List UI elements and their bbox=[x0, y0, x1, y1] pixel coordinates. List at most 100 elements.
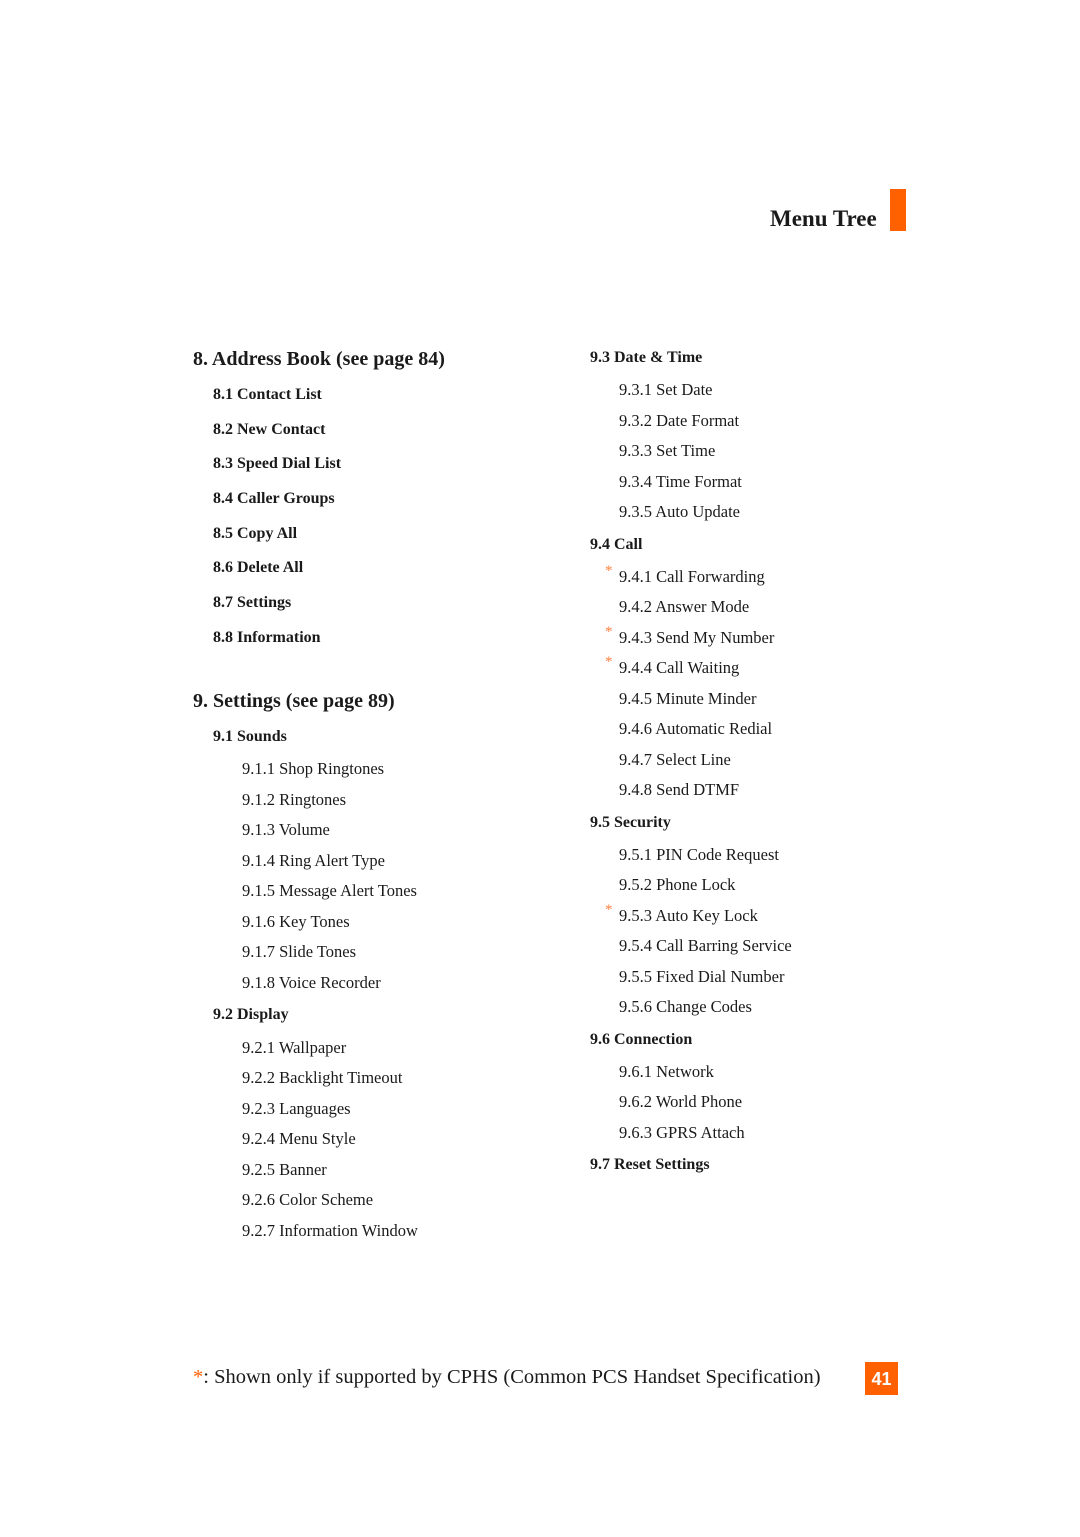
subsection-title: 9.2 Display bbox=[213, 1006, 289, 1024]
menu-item: 9.2.5 Banner bbox=[193, 1155, 445, 1186]
menu-item: 9.3.1 Set Date bbox=[590, 375, 792, 406]
menu-item: 9.1.1 Shop Ringtones bbox=[193, 754, 445, 785]
menu-item: * 9.5.3 Auto Key Lock bbox=[590, 901, 792, 932]
menu-item: 9.4.2 Answer Mode bbox=[590, 592, 792, 623]
menu-item: 9.5.4 Call Barring Service bbox=[590, 931, 792, 962]
menu-item: 9.5.2 Phone Lock bbox=[590, 870, 792, 901]
menu-item-label: 9.2.2 Backlight Timeout bbox=[242, 1068, 403, 1088]
menu-item-label: 9.1.3 Volume bbox=[242, 820, 330, 840]
menu-item-label: 9.1.7 Slide Tones bbox=[242, 942, 357, 962]
menu-item: 9.1.6 Key Tones bbox=[193, 907, 445, 938]
menu-item-label: 9.4.2 Answer Mode bbox=[619, 597, 750, 616]
subsection-title: 8.5 Copy All bbox=[213, 524, 298, 542]
menu-item: 9.1.3 Volume bbox=[193, 815, 445, 846]
menu-item: 9.2.1 Wallpaper bbox=[193, 1033, 445, 1064]
menu-item-label: 9.4.1 Call Forwarding bbox=[619, 566, 765, 586]
menu-item-label: 9.4.3 Send My Number bbox=[619, 627, 775, 647]
menu-item: * 9.4.3 Send My Number bbox=[590, 623, 792, 654]
menu-item-label: 9.4.4 Call Waiting bbox=[619, 658, 740, 677]
menu-item: 9.6.1 Network bbox=[590, 1057, 792, 1088]
section-title: 8. Address Book (see page 84) bbox=[193, 348, 445, 370]
subsection-title: 8.6 Delete All bbox=[213, 559, 304, 577]
menu-item-label: 9.1.5 Message Alert Tones bbox=[242, 881, 417, 901]
menu-item: 9.5.6 Change Codes bbox=[590, 992, 792, 1023]
menu-item: 9.4.7 Select Line bbox=[590, 745, 792, 776]
subsection-title: 8.2 New Contact bbox=[213, 420, 326, 438]
menu-item-label: 9.5.2 Phone Lock bbox=[619, 875, 736, 894]
menu-item: 9.1.4 Ring Alert Type bbox=[193, 846, 445, 877]
menu-item-label: 9.2.6 Color Scheme bbox=[242, 1190, 374, 1210]
page-title: Menu Tree bbox=[770, 206, 877, 231]
menu-item-label: 9.4.8 Send DTMF bbox=[619, 780, 740, 799]
menu-item: 9.3.3 Set Time bbox=[590, 436, 792, 467]
menu-item: 9.4.6 Automatic Redial bbox=[590, 714, 792, 745]
cphs-star-icon: * bbox=[605, 562, 613, 579]
cphs-star-icon: * bbox=[605, 654, 613, 670]
subsection-title: 8.1 Contact List bbox=[213, 386, 322, 403]
menu-item-label: 9.5.6 Change Codes bbox=[619, 997, 752, 1016]
menu-item-label: 9.1.4 Ring Alert Type bbox=[242, 850, 385, 870]
cphs-star-icon: * bbox=[605, 901, 613, 918]
menu-item-label: 9.4.7 Select Line bbox=[619, 749, 731, 769]
menu-item: 9.3.2 Date Format bbox=[590, 406, 792, 437]
menu-item-label: 9.3.5 Auto Update bbox=[619, 502, 740, 521]
cphs-star-icon: * bbox=[605, 623, 613, 640]
page-number: 41 bbox=[865, 1362, 898, 1395]
menu-item: 9.3.4 Time Format bbox=[590, 467, 792, 498]
menu-item-label: 9.1.6 Key Tones bbox=[242, 911, 350, 931]
subsection-title: 9.6 Connection bbox=[590, 1030, 693, 1048]
menu-item: 9.5.1 PIN Code Request bbox=[590, 840, 792, 871]
menu-item-label: 9.2.5 Banner bbox=[242, 1159, 327, 1179]
menu-item: 9.1.2 Ringtones bbox=[193, 785, 445, 816]
menu-item: 9.6.2 World Phone bbox=[590, 1087, 792, 1118]
menu-item: * 9.4.4 Call Waiting bbox=[590, 653, 792, 684]
subsection-title: 9.1 Sounds bbox=[213, 727, 287, 745]
menu-item-label: 9.2.3 Languages bbox=[242, 1098, 351, 1118]
menu-item-label: 9.5.4 Call Barring Service bbox=[619, 936, 792, 955]
section-title: 9. Settings (see page 89) bbox=[193, 689, 395, 712]
header-accent-bar bbox=[890, 189, 906, 231]
right-column: 9.3 Date & Time 9.3.1 Set Date 9.3.2 Date … bbox=[590, 344, 792, 1182]
menu-item-label: 9.6.3 GPRS Attach bbox=[619, 1122, 745, 1142]
menu-item-label: 9.1.2 Ringtones bbox=[242, 789, 347, 809]
menu-item-label: 9.3.2 Date Format bbox=[619, 410, 740, 430]
menu-item-label: 9.3.1 Set Date bbox=[619, 380, 713, 399]
subsection-title: 8.7 Settings bbox=[213, 594, 292, 612]
subsection-title: 8.3 Speed Dial List bbox=[213, 455, 342, 473]
menu-item: 9.2.2 Backlight Timeout bbox=[193, 1063, 445, 1094]
menu-item-label: 9.6.1 Network bbox=[619, 1061, 714, 1081]
footnote-text: : Shown only if supported by CPHS (Commo… bbox=[203, 1366, 821, 1388]
menu-item: 9.2.3 Languages bbox=[193, 1094, 445, 1125]
menu-item: 9.1.8 Voice Recorder bbox=[193, 968, 445, 999]
subsection-title: 9.3 Date & Time bbox=[590, 349, 703, 366]
menu-item-label: 9.2.7 Information Window bbox=[242, 1220, 418, 1240]
menu-item-label: 9.5.3 Auto Key Lock bbox=[619, 905, 758, 925]
menu-item: 9.2.7 Information Window bbox=[193, 1216, 445, 1247]
subsection-title: 9.5 Security bbox=[590, 813, 671, 831]
menu-item: 9.3.5 Auto Update bbox=[590, 497, 792, 528]
menu-item-label: 9.3.4 Time Format bbox=[619, 471, 742, 491]
menu-item-label: 9.3.3 Set Time bbox=[619, 441, 716, 460]
menu-item-label: 9.2.1 Wallpaper bbox=[242, 1037, 347, 1057]
menu-item: 9.1.5 Message Alert Tones bbox=[193, 876, 445, 907]
menu-item-label: 9.4.5 Minute Minder bbox=[619, 688, 757, 708]
cphs-star-icon: * bbox=[193, 1366, 204, 1388]
menu-item: 9.5.5 Fixed Dial Number bbox=[590, 962, 792, 993]
subsection-title: 9.7 Reset Settings bbox=[590, 1156, 710, 1173]
subsection-title: 9.4 Call bbox=[590, 535, 643, 553]
menu-item-label: 9.1.8 Voice Recorder bbox=[242, 972, 381, 992]
menu-item-label: 9.4.6 Automatic Redial bbox=[619, 719, 773, 738]
left-column: 8. Address Book (see page 84) 8.1 Contact… bbox=[193, 344, 445, 1246]
footnote: *: Shown only if supported by CPHS (Comm… bbox=[193, 1366, 821, 1389]
menu-item: 9.2.6 Color Scheme bbox=[193, 1185, 445, 1216]
menu-item: 9.4.5 Minute Minder bbox=[590, 684, 792, 715]
subsection-title: 8.8 Information bbox=[213, 628, 321, 646]
menu-item: 9.1.7 Slide Tones bbox=[193, 937, 445, 968]
menu-item-label: 9.5.5 Fixed Dial Number bbox=[619, 966, 785, 986]
menu-item-label: 9.6.2 World Phone bbox=[619, 1092, 743, 1111]
menu-item: * 9.4.1 Call Forwarding bbox=[590, 562, 792, 593]
menu-item-label: 9.1.1 Shop Ringtones bbox=[242, 759, 385, 779]
menu-item: 9.6.3 GPRS Attach bbox=[590, 1118, 792, 1149]
menu-item: 9.2.4 Menu Style bbox=[193, 1124, 445, 1155]
